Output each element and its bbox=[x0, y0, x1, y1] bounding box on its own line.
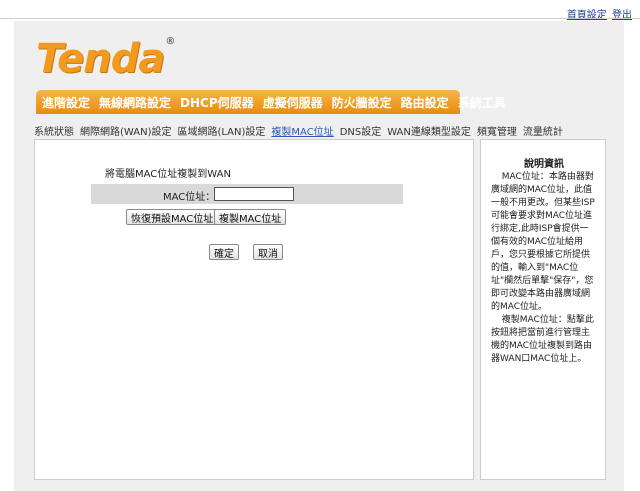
main-nav: 進階設定 無線網路設定 DHCP伺服器 虛擬伺服器 防火牆設定 路由設定 系統工… bbox=[36, 90, 506, 114]
nav-routing-settings[interactable]: 路由設定 bbox=[401, 94, 449, 111]
tenda-logo: Tenda® bbox=[36, 36, 175, 82]
registered-mark: ® bbox=[165, 36, 175, 47]
mac-address-row: MAC位址： bbox=[91, 184, 403, 204]
sub-nav: 系統狀態 網際網路(WAN)設定 區域網路(LAN)設定 複製MAC位址 DNS… bbox=[34, 123, 563, 138]
nav-system-tools[interactable]: 系統工具 bbox=[458, 94, 506, 111]
subnav-mac-clone[interactable]: 複製MAC位址 bbox=[271, 123, 333, 138]
logout-link[interactable]: 登出 bbox=[612, 10, 632, 21]
subnav-wan-settings[interactable]: 網際網路(WAN)設定 bbox=[80, 123, 171, 138]
subnav-lan-settings[interactable]: 區域網路(LAN)設定 bbox=[177, 123, 265, 138]
top-divider bbox=[0, 18, 640, 19]
subnav-system-status[interactable]: 系統狀態 bbox=[34, 123, 74, 138]
section-title: 將電腦MAC位址複製到WAN bbox=[105, 169, 231, 180]
subnav-traffic-statistics[interactable]: 流量統計 bbox=[523, 123, 563, 138]
ok-button[interactable]: 確定 bbox=[209, 244, 239, 260]
nav-dhcp-server[interactable]: DHCP伺服器 bbox=[180, 94, 254, 111]
nav-firewall-settings[interactable]: 防火牆設定 bbox=[332, 94, 392, 111]
help-mac-description: MAC位址：本路由器對廣域網的MAC位址，此值一般不用更改。但某些ISP可能會要… bbox=[491, 172, 595, 312]
cancel-button[interactable]: 取消 bbox=[253, 244, 283, 260]
restore-default-mac-button[interactable]: 恢復預設MAC位址 bbox=[126, 209, 219, 225]
content-panel: 將電腦MAC位址複製到WAN MAC位址： 恢復預設MAC位址 複製MAC位址 … bbox=[34, 139, 474, 480]
help-panel: 說明資訊 MAC位址：本路由器對廣域網的MAC位址，此值一般不用更改。但某些IS… bbox=[480, 139, 606, 480]
clone-mac-button[interactable]: 複製MAC位址 bbox=[214, 209, 287, 225]
mac-address-label: MAC位址： bbox=[163, 192, 216, 203]
subnav-dns-settings[interactable]: DNS設定 bbox=[340, 123, 382, 138]
help-title: 說明資訊 bbox=[524, 159, 564, 170]
nav-wireless-settings[interactable]: 無線網路設定 bbox=[99, 94, 171, 111]
help-clone-description: 複製MAC位址：點擊此按鈕將把當前進行管理主機的MAC位址複製到路由器WAN口M… bbox=[491, 315, 594, 364]
nav-virtual-server[interactable]: 虛擬伺服器 bbox=[263, 94, 323, 111]
mac-address-input[interactable] bbox=[214, 187, 294, 201]
subnav-bandwidth-management[interactable]: 頻寬管理 bbox=[477, 123, 517, 138]
nav-advanced-settings[interactable]: 進階設定 bbox=[42, 94, 90, 111]
subnav-wan-connection-type[interactable]: WAN連線類型設定 bbox=[387, 123, 471, 138]
home-settings-link[interactable]: 首頁設定 bbox=[567, 10, 607, 21]
